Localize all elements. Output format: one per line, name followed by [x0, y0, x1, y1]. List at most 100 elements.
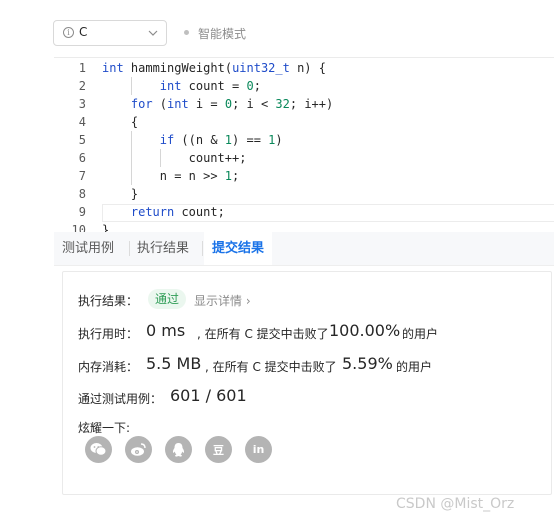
code-token: count =: [181, 79, 247, 93]
code-token: ; i++): [289, 97, 334, 111]
code-line: 8}: [54, 185, 554, 203]
line-number: 4: [78, 115, 86, 129]
line-number: 5: [78, 133, 86, 147]
code-text: if ((n & 1) == 1): [160, 131, 283, 149]
tab-divider: [129, 241, 130, 256]
tab-submit-result[interactable]: 提交结果: [204, 232, 273, 265]
code-text: n = n >> 1;: [160, 167, 240, 185]
code-token: ): [275, 133, 283, 147]
code-line: 2 int count = 0;: [54, 77, 554, 95]
code-line: 5 if ((n & 1) == 1): [54, 131, 554, 149]
language-select[interactable]: i C: [53, 20, 167, 46]
code-token: 1: [224, 169, 233, 183]
code-token: return: [130, 205, 175, 219]
code-token: count;: [174, 205, 225, 219]
tab-run-result[interactable]: 执行结果: [137, 232, 189, 265]
qq-share-button[interactable]: [165, 436, 192, 463]
language-value: C: [79, 25, 88, 39]
code-text: int hammingWeight(uint32_t n) {: [102, 59, 326, 77]
code-text: for (int i = 0; i < 32; i++): [131, 95, 333, 113]
code-token: 1: [224, 133, 233, 147]
info-icon: i: [63, 27, 74, 38]
line-number: 3: [78, 97, 86, 111]
code-token: int: [167, 97, 189, 111]
tab-divider: [202, 241, 203, 256]
line-number: 9: [78, 205, 86, 219]
code-token: {: [130, 115, 139, 129]
code-token: int: [102, 61, 124, 75]
mode-dot-icon: [184, 30, 189, 35]
code-token: (: [152, 97, 168, 111]
code-token: }: [130, 187, 139, 201]
show-details-link[interactable]: 显示详情 ›: [194, 292, 251, 309]
wechat-icon: [90, 443, 107, 456]
code-token: ((n &: [174, 133, 225, 147]
code-line: 7 n = n >> 1;: [54, 167, 554, 185]
code-text: count++;: [189, 149, 247, 167]
code-token: for: [130, 97, 153, 111]
memory-percent: 5.59%: [342, 354, 393, 373]
memory-users-suffix: 的用户: [396, 360, 433, 374]
indent-guide: [130, 131, 132, 149]
code-token: 0: [246, 79, 254, 93]
indent-guide: [130, 149, 132, 167]
code-line: 6 count++;: [54, 149, 554, 167]
code-token: count++;: [188, 151, 247, 165]
qq-icon: [172, 442, 185, 457]
indent-guide: [130, 77, 132, 95]
code-text: return count;: [131, 203, 225, 221]
line-number: 6: [78, 151, 86, 165]
result-tabbar: 测试用例 执行结果 提交结果: [54, 232, 554, 266]
runtime-value: 0 ms: [146, 321, 186, 340]
watermark: CSDN @Mist_Orz: [396, 496, 515, 512]
code-text: }: [131, 185, 138, 203]
code-text: int count = 0;: [160, 77, 261, 95]
code-line: 3 for (int i = 0; i < 32; i++): [54, 95, 554, 113]
linkedin-icon: in: [252, 443, 265, 456]
code-editor[interactable]: 1 int hammingWeight(uint32_t n) { 2 int cou…: [54, 57, 554, 233]
smart-mode-toggle[interactable]: 智能模式: [198, 25, 246, 42]
line-number: 2: [78, 79, 86, 93]
weibo-share-button[interactable]: [125, 436, 152, 463]
weibo-icon: [131, 443, 146, 456]
chevron-down-icon: [148, 30, 158, 36]
code-token: ;: [253, 79, 261, 93]
code-line: 4{: [54, 113, 554, 131]
status-badge: 通过: [148, 289, 187, 309]
runtime-percent: 100.00%: [329, 321, 401, 340]
memory-beat-text: , 在所有 C 提交中击败了: [205, 360, 337, 374]
code-line: 1 int hammingWeight(uint32_t n) {: [54, 59, 554, 77]
code-token: int: [159, 79, 182, 93]
code-token: hammingWeight(: [123, 61, 233, 75]
status-label: 执行结果：: [78, 294, 139, 308]
share-label: 炫耀一下:: [78, 421, 131, 435]
code-token: i =: [188, 97, 225, 111]
linkedin-share-button[interactable]: in: [245, 436, 272, 463]
runtime-users-suffix: 的用户: [402, 327, 439, 341]
code-text: {: [131, 113, 138, 131]
line-number: 1: [78, 61, 86, 75]
code-token: uint32_t: [232, 61, 290, 75]
code-token: n = n >>: [159, 169, 225, 183]
indent-guide: [130, 167, 132, 185]
code-line: 9 return count;: [54, 203, 554, 221]
testcases-value: 601 / 601: [170, 386, 247, 405]
tab-testcase[interactable]: 测试用例: [62, 232, 114, 265]
code-token: n) {: [289, 61, 326, 75]
memory-label: 内存消耗：: [78, 360, 139, 374]
line-number: 8: [78, 187, 86, 201]
wechat-share-button[interactable]: [85, 436, 112, 463]
code-token: ) ==: [232, 133, 269, 147]
runtime-beat-text: , 在所有 C 提交中击败了: [197, 327, 329, 341]
testcases-label: 通过测试用例：: [78, 392, 163, 406]
code-token: if: [159, 133, 175, 147]
code-token: 32: [275, 97, 290, 111]
runtime-label: 执行用时：: [78, 327, 139, 341]
line-number: 7: [78, 169, 86, 183]
douban-icon: 豆: [213, 443, 224, 457]
indent-guide: [159, 149, 161, 167]
memory-value: 5.5 MB: [146, 354, 202, 373]
douban-share-button[interactable]: 豆: [205, 436, 232, 463]
code-token: ; i <: [232, 97, 276, 111]
code-token: 0: [224, 97, 233, 111]
